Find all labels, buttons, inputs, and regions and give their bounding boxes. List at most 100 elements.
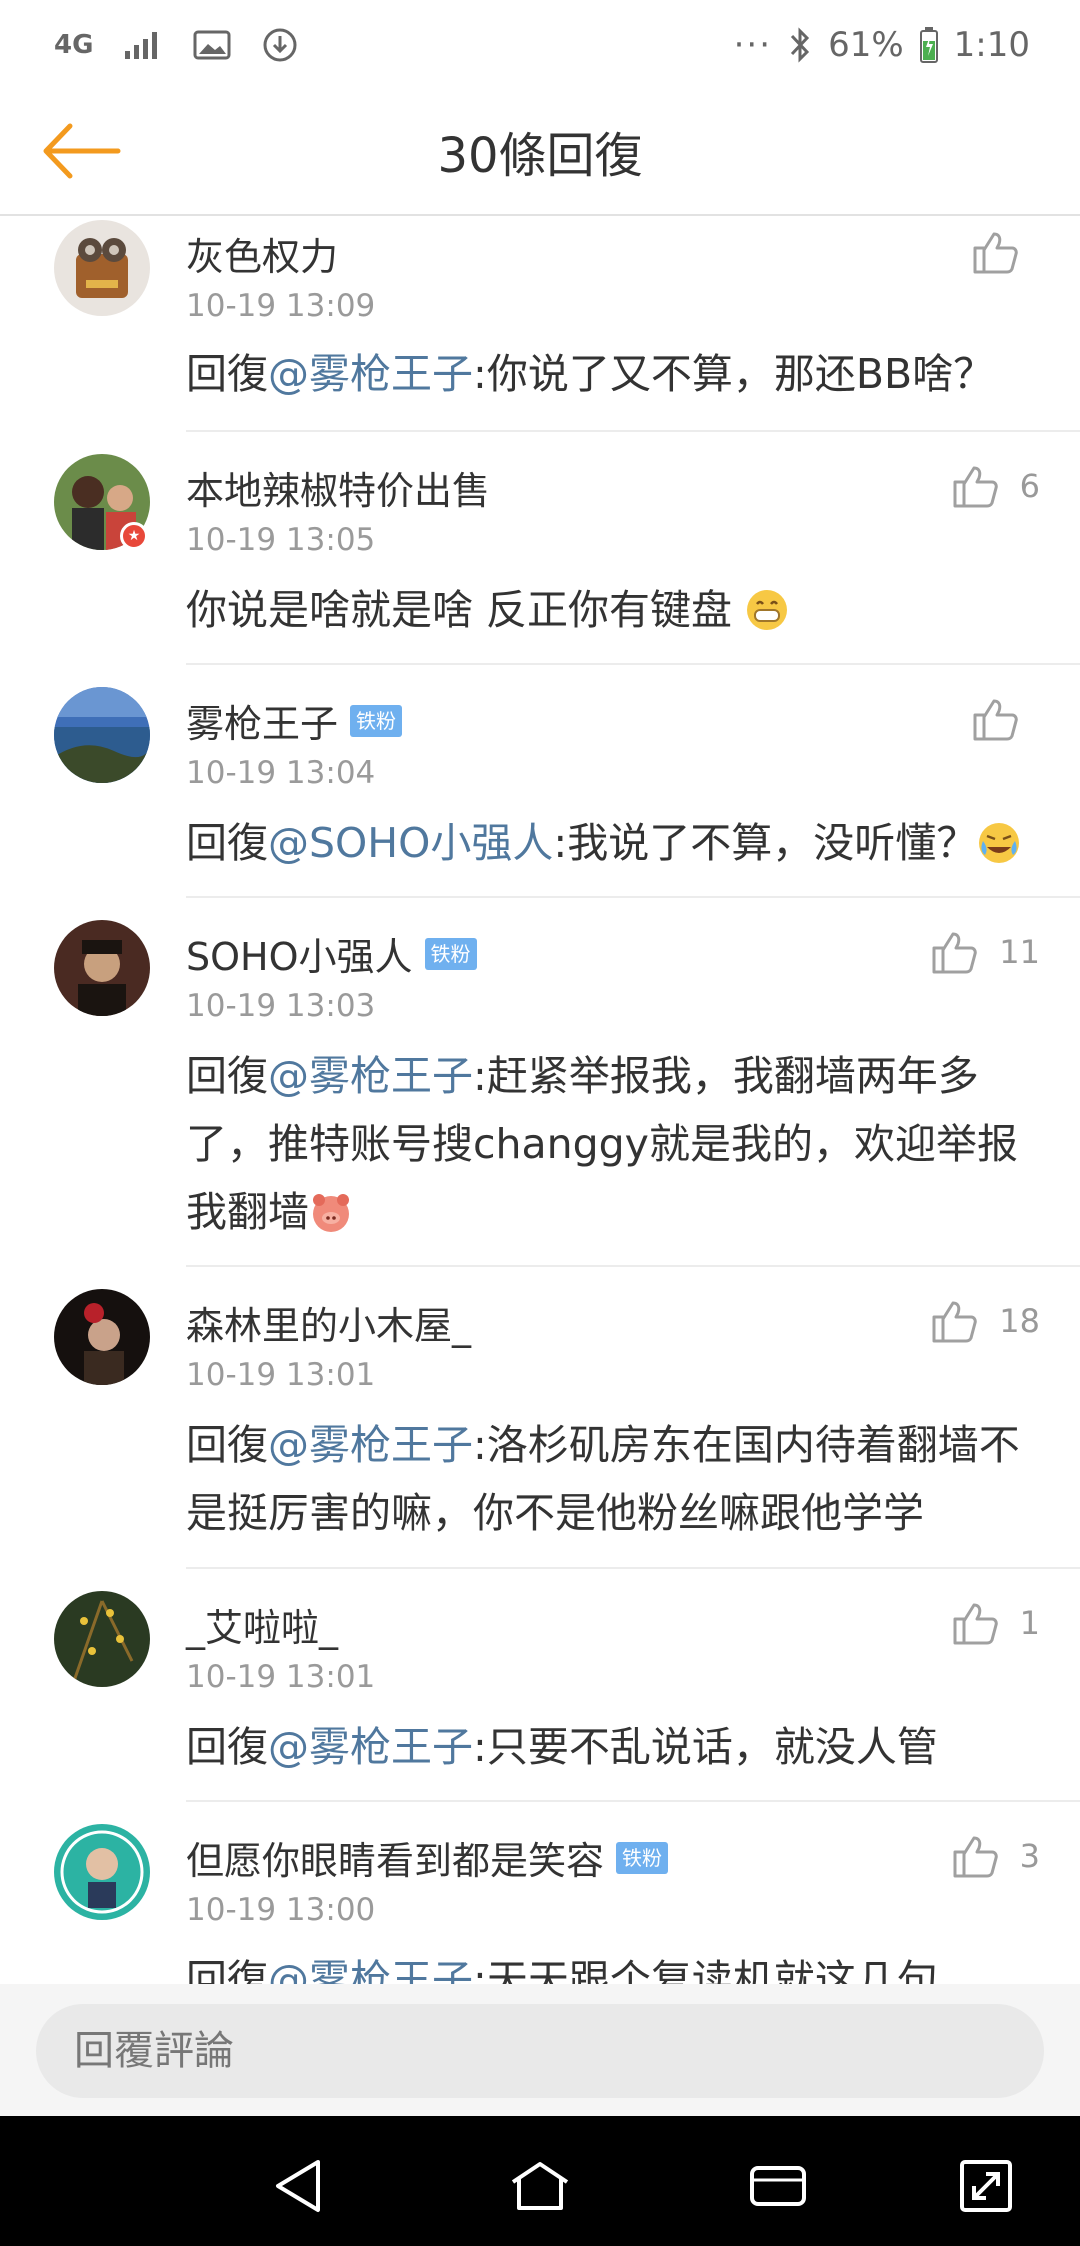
reply-input[interactable]: 回覆評論	[36, 2004, 1044, 2098]
username-text: 本地辣椒特价出售	[186, 469, 491, 513]
comment-item: 雾枪王子 铁粉 10-19 13:04 回復@SOHO小强人:我说了不算，没听懂？	[0, 665, 1080, 898]
thumbs-up-icon	[953, 1603, 998, 1645]
avatar[interactable]	[54, 920, 150, 1016]
comment-time: 10-19 13:00	[186, 1892, 376, 1928]
like-count: 11	[999, 933, 1040, 971]
comment-body: 你说是啥就是啥 反正你有键盘	[186, 586, 733, 634]
comment-time: 10-19 13:04	[186, 755, 376, 791]
nav-back-button[interactable]	[266, 2156, 336, 2216]
reply-prefix: 回復	[186, 819, 268, 867]
like-button[interactable]: 11	[931, 930, 1040, 974]
avatar[interactable]	[54, 687, 150, 783]
comment-list[interactable]: 灰色权力 10-19 13:09 回復@雾枪王子:你说了又不算，那还BB啥？ ★…	[0, 216, 1080, 1984]
comment-body: :只要不乱说话，就没人管	[473, 1723, 938, 1771]
comment-item: 但愿你眼睛看到都是笑容 铁粉 10-19 13:00 回復@雾枪王子:天天跟个复读…	[0, 1802, 1080, 1984]
avatar[interactable]	[54, 1591, 150, 1687]
like-count: 3	[1019, 1837, 1040, 1875]
comment-username[interactable]: 雾枪王子 铁粉	[186, 693, 403, 748]
system-nav-bar	[0, 2116, 1080, 2246]
reply-prefix: 回復	[186, 1052, 268, 1100]
thumbs-up-icon	[973, 232, 1018, 274]
like-button[interactable]	[972, 697, 1040, 741]
mention-link[interactable]: @SOHO小强人	[268, 819, 553, 867]
comment-item: 森林里的小木屋_ 10-19 13:01 回復@雾枪王子:洛杉矶房东在国内待着翻…	[0, 1267, 1080, 1569]
comment-username[interactable]: SOHO小强人 铁粉	[186, 926, 477, 981]
expand-icon	[960, 2160, 1012, 2212]
fan-badge: 铁粉	[616, 1841, 669, 1874]
comment-time: 10-19 13:05	[186, 522, 376, 558]
recents-icon	[750, 2166, 806, 2206]
avatar[interactable]	[54, 1289, 150, 1385]
fan-badge: 铁粉	[350, 704, 403, 737]
comment-body: :你说了又不算，那还BB啥？	[473, 350, 995, 398]
comment-username[interactable]: 本地辣椒特价出售	[186, 460, 490, 515]
thumbs-up-icon	[932, 932, 978, 974]
thumbs-up-icon	[953, 1836, 998, 1878]
comment-text: 回復@雾枪王子:只要不乱说话，就没人管	[186, 1713, 1036, 1781]
mention-link[interactable]: @雾枪王子	[268, 1723, 473, 1771]
like-count: 1	[1019, 1604, 1040, 1642]
comment-text: 回復@雾枪王子:赶紧举报我，我翻墙两年多了，推特账号搜changgy就是我的，欢…	[186, 1042, 1036, 1246]
reply-prefix: 回復	[186, 350, 268, 398]
reply-prefix: 回復	[186, 1956, 268, 1984]
comment-time: 10-19 13:09	[186, 288, 376, 324]
fan-badge: 铁粉	[424, 937, 477, 970]
verified-badge-icon: ★	[120, 522, 148, 550]
mention-link[interactable]: @雾枪王子	[268, 1956, 473, 1984]
username-text: 但愿你眼睛看到都是笑容	[186, 1839, 605, 1883]
grin-emoji-icon	[747, 590, 788, 630]
comment-item: SOHO小强人 铁粉 10-19 13:03 回復@雾枪王子:赶紧举报我，我翻墙两…	[0, 898, 1080, 1267]
reply-prefix: 回復	[186, 1723, 268, 1771]
nav-recents-button[interactable]	[744, 2156, 814, 2216]
like-button[interactable]: 1	[952, 1601, 1040, 1645]
download-icon	[261, 26, 299, 64]
battery-icon	[919, 27, 938, 63]
reply-bar: 回覆評論	[0, 1984, 1080, 2116]
comment-item: 灰色权力 10-19 13:09 回復@雾枪王子:你说了又不算，那还BB啥？	[0, 216, 1080, 432]
comment-item: _艾啦啦_ 10-19 13:01 回復@雾枪王子:只要不乱说话，就没人管 1	[0, 1569, 1080, 1802]
username-text: 雾枪王子	[186, 702, 339, 746]
mention-link[interactable]: @雾枪王子	[268, 1421, 473, 1469]
mention-link[interactable]: @雾枪王子	[268, 1052, 473, 1100]
reply-prefix: 回復	[186, 1421, 268, 1469]
thumbs-up-icon	[932, 1301, 978, 1343]
comment-username[interactable]: 森林里的小木屋_	[186, 1295, 471, 1350]
like-count: 18	[999, 1302, 1040, 1340]
like-button[interactable]: 6	[952, 464, 1040, 508]
comment-username[interactable]: _艾啦啦_	[186, 1597, 338, 1652]
image-icon	[193, 29, 231, 61]
nav-expand-button[interactable]	[952, 2156, 1022, 2216]
clock: 1:10	[953, 25, 1030, 65]
like-button[interactable]: 18	[931, 1299, 1040, 1343]
comment-time: 10-19 13:01	[186, 1357, 376, 1393]
comment-text: 你说是啥就是啥 反正你有键盘	[186, 576, 1036, 644]
username-text: _艾啦啦_	[186, 1606, 339, 1650]
comment-time: 10-19 13:01	[186, 1659, 376, 1695]
comment-text: 回復@雾枪王子:天天跟个复读机就这几句	[186, 1946, 1036, 1984]
app-bar: 30條回復	[0, 90, 1080, 216]
like-button[interactable]: 3	[952, 1834, 1040, 1878]
bluetooth-icon	[788, 26, 812, 64]
signal-icon	[123, 29, 163, 61]
battery-percent: 61%	[828, 25, 904, 65]
more-icon: ···	[733, 25, 773, 65]
avatar[interactable]	[54, 220, 150, 316]
thumbs-up-icon	[973, 699, 1018, 741]
comment-body: :我说了不算，没听懂？	[553, 819, 978, 867]
comment-body: :天天跟个复读机就这几句	[473, 1956, 938, 1984]
comment-username[interactable]: 灰色权力	[186, 226, 338, 281]
comment-time: 10-19 13:03	[186, 988, 376, 1024]
cry-laugh-emoji-icon	[979, 823, 1020, 863]
like-button[interactable]	[972, 230, 1040, 274]
nav-home-button[interactable]	[505, 2156, 575, 2216]
comment-text: 回復@雾枪王子:你说了又不算，那还BB啥？	[186, 340, 1036, 408]
mention-link[interactable]: @雾枪王子	[268, 350, 473, 398]
network-4g-icon: 4G	[54, 30, 94, 60]
page-title: 30條回復	[437, 128, 643, 184]
comment-username[interactable]: 但愿你眼睛看到都是笑容 铁粉	[186, 1830, 669, 1885]
comment-text: 回復@SOHO小强人:我说了不算，没听懂？	[186, 809, 1036, 877]
comment-item: ★ 本地辣椒特价出售 10-19 13:05 你说是啥就是啥 反正你有键盘 6	[0, 432, 1080, 665]
avatar[interactable]	[54, 1824, 150, 1920]
like-count: 6	[1019, 467, 1040, 505]
pig-emoji-icon	[313, 1194, 349, 1232]
